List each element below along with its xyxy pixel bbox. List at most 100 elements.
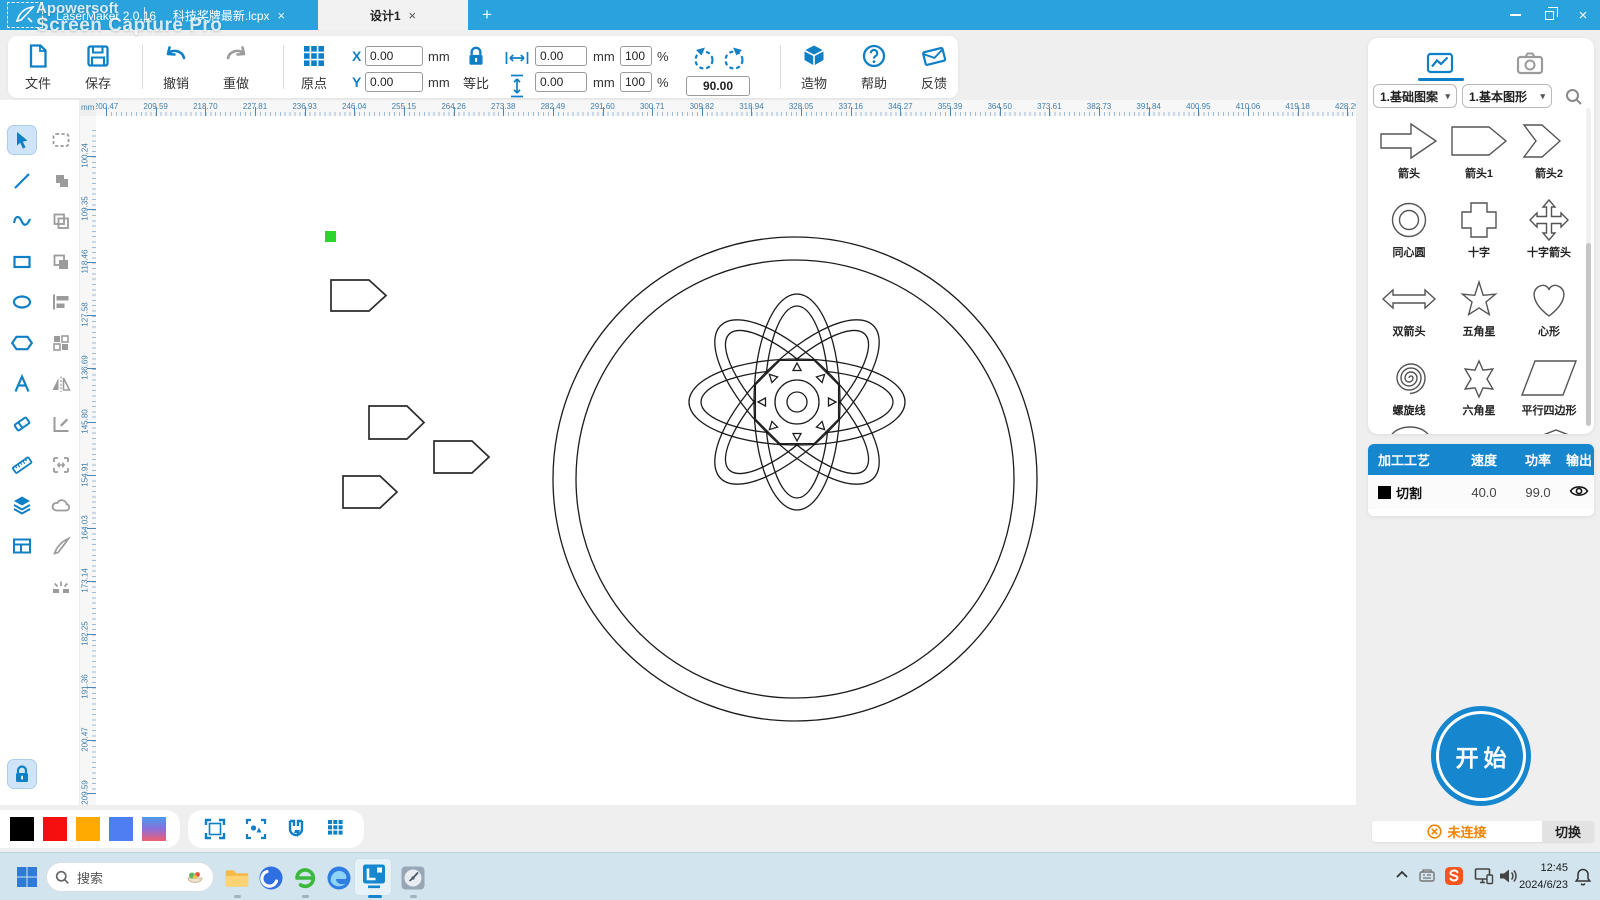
capture-app-icon[interactable] <box>400 865 426 891</box>
close-button[interactable]: × <box>1566 0 1600 30</box>
fit-to-content-button[interactable] <box>243 816 269 842</box>
curve-tool[interactable] <box>8 207 36 235</box>
ime-tool-icon[interactable] <box>1418 867 1436 885</box>
y-input[interactable]: 0.00 <box>365 72 423 92</box>
text-tool[interactable] <box>8 370 36 398</box>
browser-green-e-icon[interactable] <box>292 865 318 891</box>
process-table-row[interactable]: 切割 40.0 99.0 <box>1368 475 1594 509</box>
eraser-tool[interactable] <box>8 410 36 438</box>
clock[interactable]: 12:45 2024/6/23 <box>1518 860 1568 893</box>
color-swatch-gradient[interactable] <box>142 817 166 841</box>
design-canvas[interactable] <box>96 116 1356 805</box>
align-tool[interactable] <box>47 288 75 316</box>
rotate-ccw-button[interactable] <box>691 46 717 72</box>
polygon-tool[interactable] <box>8 329 36 357</box>
shape-item-arc-partial[interactable] <box>1382 426 1442 434</box>
shape-item-heart[interactable]: 心形 <box>1514 272 1584 351</box>
arrow-shape-2[interactable] <box>369 406 424 439</box>
shape-item-cross-arrows[interactable]: 十字箭头 <box>1514 193 1584 272</box>
tab-patterns[interactable] <box>1418 46 1462 80</box>
selection-handle[interactable] <box>325 231 336 242</box>
rotate-angle-input[interactable]: 90.00 <box>686 76 750 96</box>
start-button[interactable]: 开始 <box>1431 706 1531 806</box>
shape-item-peak-partial[interactable] <box>1526 426 1586 434</box>
category-dropdown-1[interactable]: 1.基础图案 ▾ <box>1373 84 1457 108</box>
union-tool[interactable] <box>47 167 75 195</box>
new-tab-button[interactable]: + <box>476 4 498 26</box>
switch-device-button[interactable]: 切换 <box>1542 821 1594 842</box>
shape-item-arrow1[interactable]: 箭头1 <box>1444 114 1514 193</box>
restore-button[interactable] <box>1532 0 1566 30</box>
snap-magnet-button[interactable] <box>283 816 309 842</box>
lock-ratio-button[interactable]: 等比 <box>448 40 504 94</box>
lasermaker-taskbar-tile[interactable] <box>354 858 392 896</box>
copilot-icon[interactable] <box>258 865 284 891</box>
arrow-shape-4[interactable] <box>343 476 397 508</box>
category-dropdown-2[interactable]: 1.基本图形 ▾ <box>1462 84 1552 108</box>
mirror-tool[interactable] <box>47 370 75 398</box>
grid-toggle-button[interactable] <box>324 816 350 842</box>
shape-item-concentric-circles[interactable]: 同心圆 <box>1374 193 1444 272</box>
measure-angle-tool[interactable] <box>47 410 75 438</box>
width-pct-input[interactable]: 100 <box>620 46 652 66</box>
rotate-cw-button[interactable] <box>721 46 747 72</box>
lock-canvas-button[interactable] <box>8 760 36 788</box>
gallery-scrollbar-thumb[interactable] <box>1586 243 1591 426</box>
color-swatch-red[interactable] <box>43 817 67 841</box>
break-apart-tool[interactable] <box>47 573 75 601</box>
volume-icon[interactable] <box>1498 867 1518 885</box>
shape-item-parallelogram[interactable]: 平行四边形 <box>1514 351 1584 430</box>
output-toggle[interactable] <box>1564 484 1594 501</box>
marquee-select-tool[interactable] <box>47 126 75 154</box>
shape-item-spiral[interactable]: 螺旋线 <box>1374 351 1444 430</box>
create-button[interactable]: 造物 <box>786 40 842 94</box>
color-swatch-black[interactable] <box>10 817 34 841</box>
tab-close-icon[interactable]: × <box>278 8 286 23</box>
origin-button[interactable]: 原点 <box>286 40 342 94</box>
feedback-button[interactable]: 反馈 <box>906 40 962 94</box>
tray-chevron-up-icon[interactable] <box>1394 867 1410 883</box>
undo-button[interactable]: 撤销 <box>148 40 204 94</box>
arrange-tool[interactable] <box>47 329 75 357</box>
line-tool[interactable] <box>8 167 36 195</box>
rectangle-tool[interactable] <box>8 248 36 276</box>
ellipse-tool[interactable] <box>8 288 36 316</box>
shape-item-star6[interactable]: 六角星 <box>1444 351 1514 430</box>
save-button[interactable]: 保存 <box>70 40 126 94</box>
select-tool[interactable] <box>8 126 36 154</box>
x-input[interactable]: 0.00 <box>365 46 423 66</box>
minimize-button[interactable] <box>1498 0 1532 30</box>
edge-browser-icon[interactable] <box>326 865 352 891</box>
center-align-tool[interactable] <box>47 451 75 479</box>
work-area-frame-button[interactable] <box>202 816 228 842</box>
tab-document-1[interactable]: 科技奖牌最新.lcpx × <box>146 0 312 30</box>
subtract-tool[interactable] <box>47 248 75 276</box>
width-input[interactable]: 0.00 <box>535 46 587 66</box>
shape-item-arrow2[interactable]: 箭头2 <box>1514 114 1584 193</box>
intersect-tool[interactable] <box>47 207 75 235</box>
notifications-bell-icon[interactable] <box>1574 867 1592 886</box>
weld-tool[interactable] <box>47 491 75 519</box>
tab-document-2-active[interactable]: 设计1 × <box>318 0 468 30</box>
layers-tool[interactable] <box>8 491 36 519</box>
arrow-shape-3[interactable] <box>434 441 489 473</box>
shape-item-arrow[interactable]: 箭头 <box>1374 114 1444 193</box>
height-input[interactable]: 0.00 <box>535 72 587 92</box>
arrow-shape-1[interactable] <box>331 280 386 311</box>
color-swatch-blue[interactable] <box>109 817 133 841</box>
calligraphy-pen-tool[interactable] <box>47 532 75 560</box>
height-pct-input[interactable]: 100 <box>620 72 652 92</box>
sogou-input-icon[interactable] <box>1444 866 1464 886</box>
table-tool[interactable] <box>8 532 36 560</box>
shape-item-cross[interactable]: 十字 <box>1444 193 1514 272</box>
medal-outline[interactable] <box>553 237 1037 721</box>
ruler-tool[interactable] <box>8 451 36 479</box>
tab-close-icon[interactable]: × <box>409 8 417 23</box>
atom-design[interactable] <box>689 294 905 510</box>
start-menu-button[interactable] <box>16 866 38 888</box>
shape-item-star5[interactable]: 五角星 <box>1444 272 1514 351</box>
network-display-icon[interactable] <box>1474 867 1494 885</box>
color-swatch-orange[interactable] <box>76 817 100 841</box>
search-input[interactable]: 搜索 <box>46 862 214 892</box>
tab-camera[interactable] <box>1508 46 1552 80</box>
